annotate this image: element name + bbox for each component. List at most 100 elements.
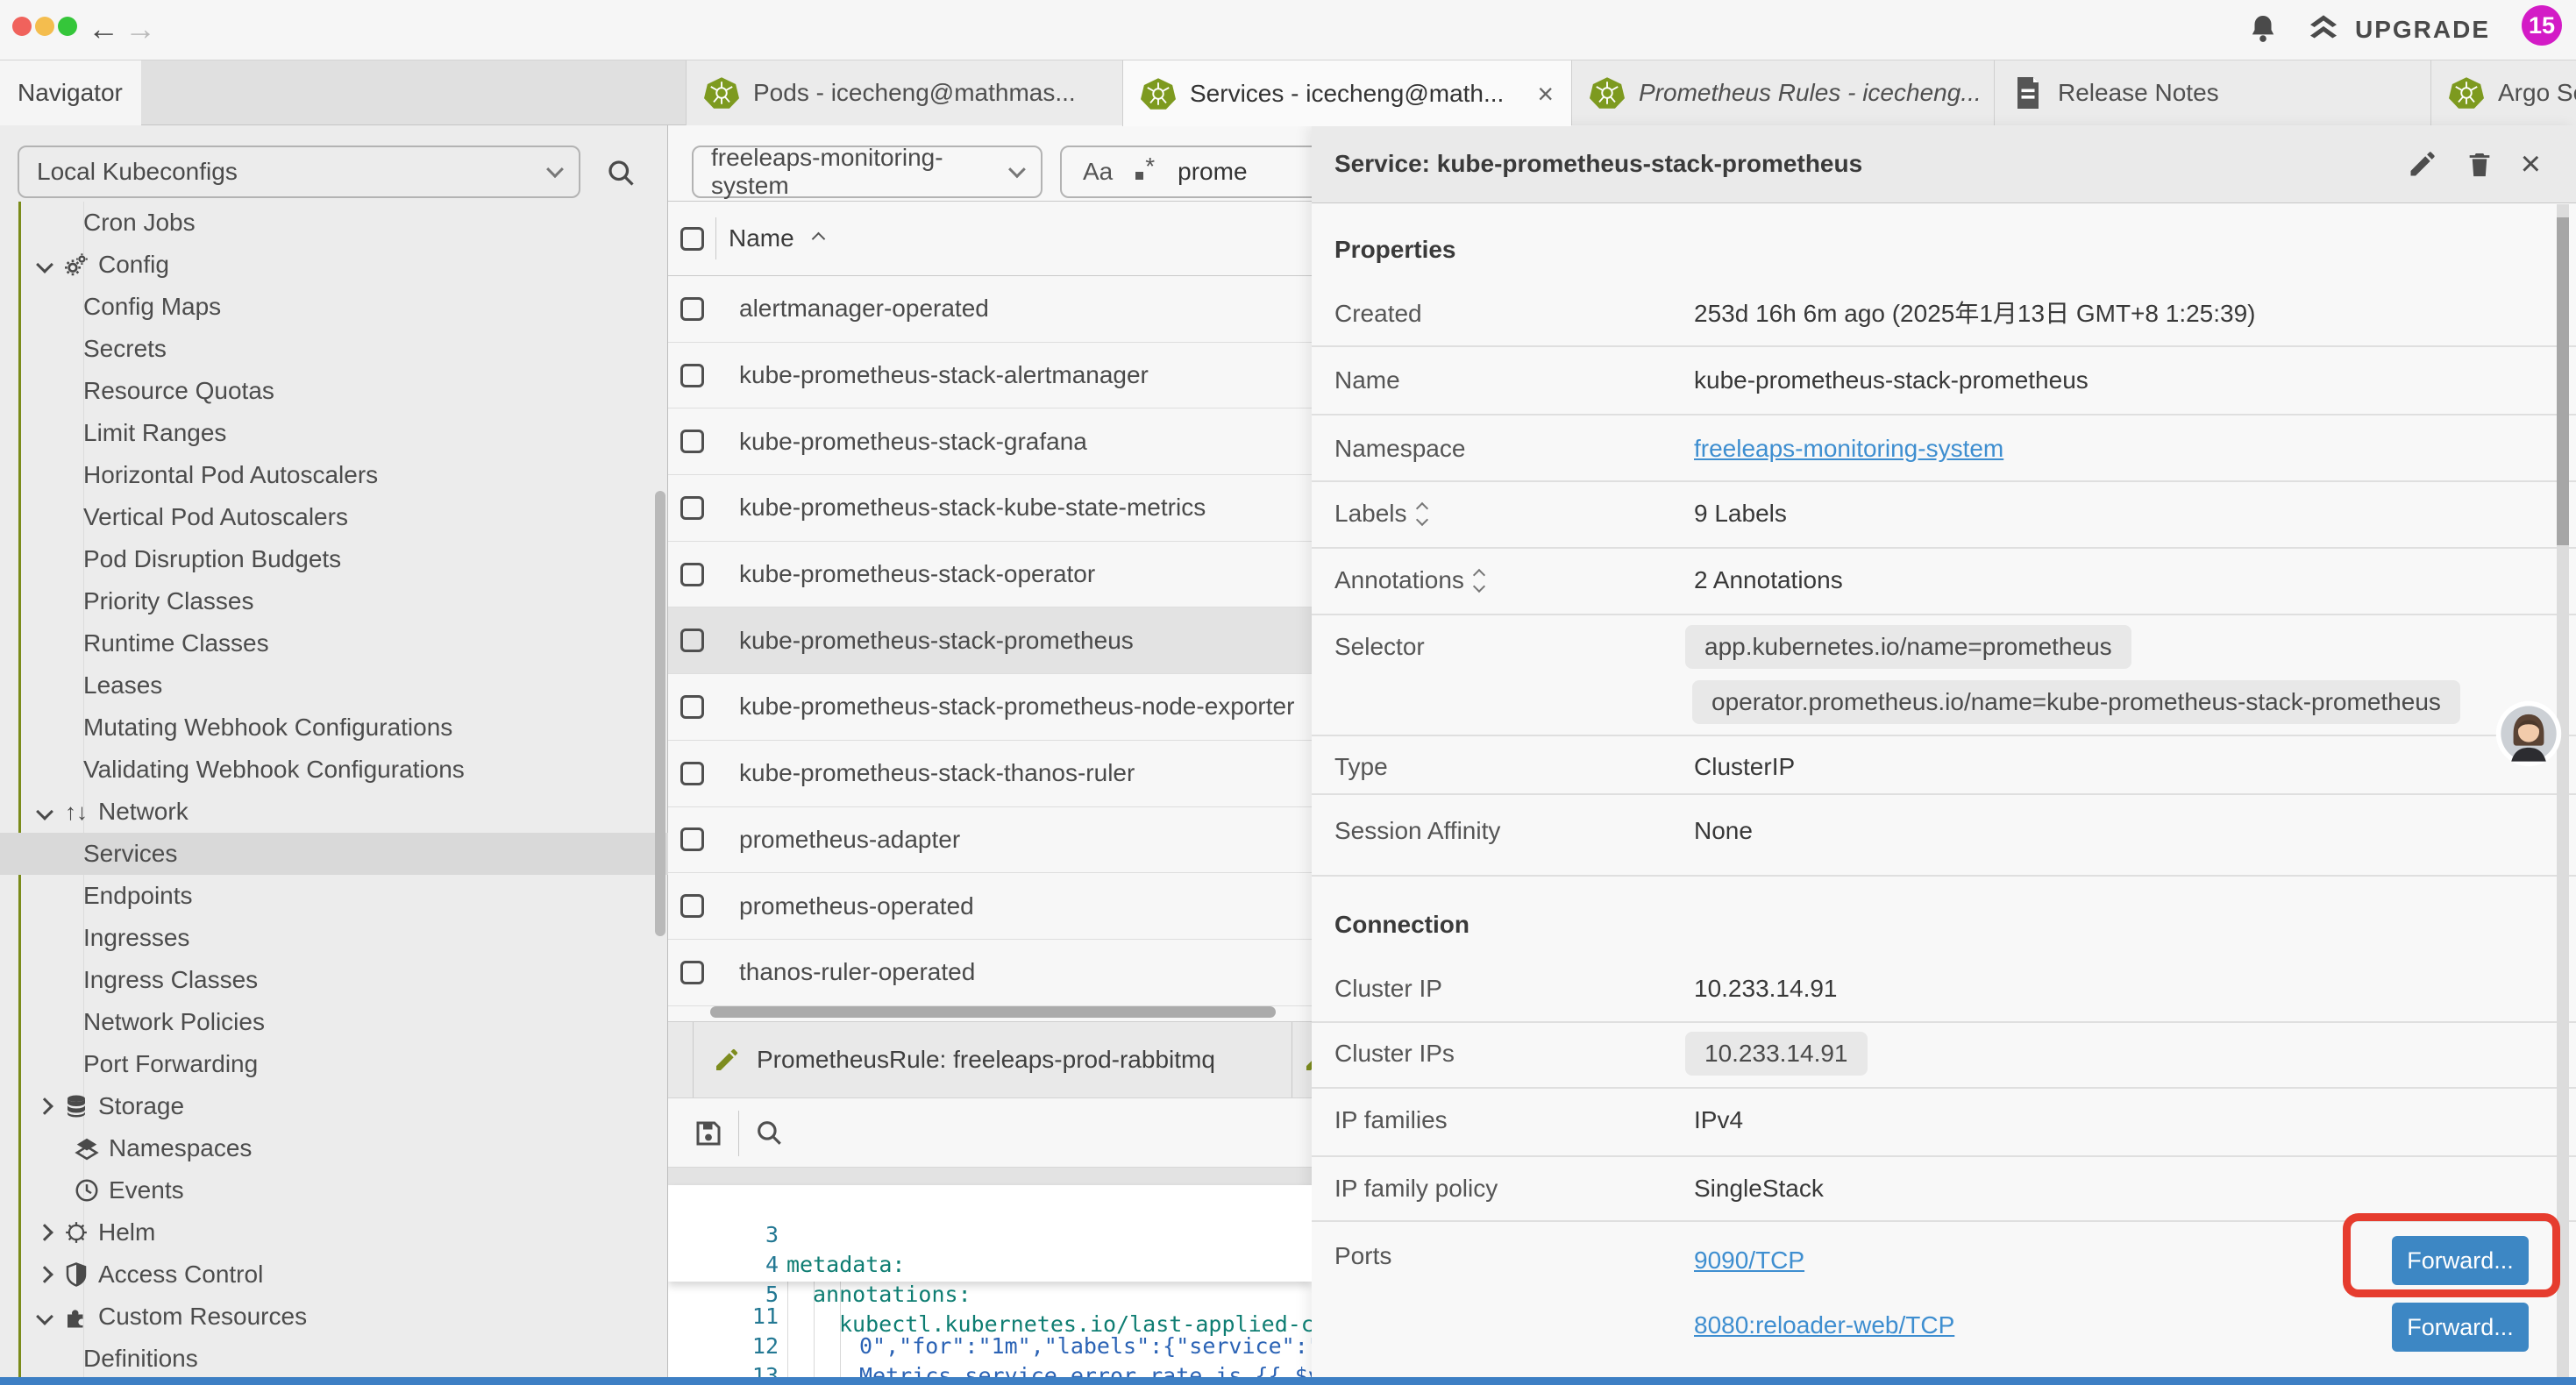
- table-row[interactable]: kube-prometheus-stack-thanos-ruler: [668, 741, 1312, 807]
- namespace-select[interactable]: freeleaps-monitoring-system: [692, 146, 1042, 198]
- expand-collapse-icon[interactable]: [1475, 571, 1484, 591]
- sidebar-item-validating-webhook-configurations[interactable]: Validating Webhook Configurations: [0, 749, 668, 791]
- sort-ascending-icon[interactable]: [811, 231, 825, 245]
- sidebar-item-pod-disruption-budgets[interactable]: Pod Disruption Budgets: [0, 538, 668, 580]
- row-label: Ports: [1334, 1235, 1391, 1277]
- close-window-button[interactable]: [12, 17, 32, 36]
- select-all-checkbox[interactable]: [680, 227, 704, 251]
- tab-navigator[interactable]: Navigator: [0, 60, 141, 125]
- row-checkbox[interactable]: [680, 364, 704, 387]
- trash-icon[interactable]: [2465, 148, 2494, 180]
- sidebar-item-secrets[interactable]: Secrets: [0, 328, 668, 370]
- sidebar-group-custom-resources[interactable]: Custom Resources: [0, 1296, 668, 1338]
- sidebar-item-services[interactable]: Services: [0, 833, 732, 875]
- row-value: 253d 16h 6m ago (2025年1月13日 GMT+8 1:25:3…: [1694, 293, 2256, 335]
- close-tab-icon[interactable]: ×: [1537, 80, 1554, 108]
- sidebar-item-config-maps[interactable]: Config Maps: [0, 286, 668, 328]
- puzzle-icon: [61, 1303, 91, 1330]
- row-checkbox[interactable]: [680, 430, 704, 453]
- row-label: Name: [1334, 359, 1400, 401]
- port-link[interactable]: 8080:reloader-web/TCP: [1694, 1311, 1954, 1339]
- editor-search-icon[interactable]: [754, 1118, 784, 1147]
- sidebar-group-config[interactable]: Config: [0, 244, 668, 286]
- row-label: Created: [1334, 293, 1422, 335]
- table-row[interactable]: kube-prometheus-stack-kube-state-metrics: [668, 475, 1312, 542]
- table-row[interactable]: kube-prometheus-stack-operator: [668, 542, 1312, 608]
- sidebar-item-runtime-classes[interactable]: Runtime Classes: [0, 622, 668, 664]
- tab-services[interactable]: Services - icecheng@math... ×: [1122, 60, 1571, 126]
- row-checkbox[interactable]: [680, 762, 704, 785]
- sidebar-item-horizontal-pod-autoscalers[interactable]: Horizontal Pod Autoscalers: [0, 454, 668, 496]
- notification-count-badge[interactable]: 15: [2522, 5, 2562, 46]
- notifications-bell-icon[interactable]: [2246, 11, 2280, 46]
- sidebar-item-limit-ranges[interactable]: Limit Ranges: [0, 412, 668, 454]
- row-checkbox[interactable]: [680, 695, 704, 719]
- regex-toggle[interactable]: *: [1135, 158, 1155, 186]
- dock-tab-prometheusrule[interactable]: PrometheusRule: freeleaps-prod-rabbitmq: [693, 1022, 1292, 1097]
- forward-button[interactable]: Forward...: [2392, 1303, 2529, 1352]
- tab-prometheus-rules[interactable]: Prometheus Rules - icecheng...: [1571, 60, 1994, 125]
- minimize-window-button[interactable]: [35, 17, 54, 36]
- yaml-editor[interactable]: 11 0","for":"1m","labels":{"service":"f …: [668, 1185, 1312, 1385]
- sidebar-group-helm[interactable]: Helm: [0, 1211, 668, 1254]
- table-row[interactable]: thanos-ruler-operated: [668, 940, 1312, 1006]
- sidebar-item-priority-classes[interactable]: Priority Classes: [0, 580, 668, 622]
- row-checkbox[interactable]: [680, 894, 704, 918]
- name-column-header[interactable]: Name: [729, 224, 794, 252]
- sidebar-item-endpoints[interactable]: Endpoints: [0, 875, 668, 917]
- close-panel-icon[interactable]: ×: [2521, 146, 2541, 181]
- sidebar-item-mutating-webhook-configurations[interactable]: Mutating Webhook Configurations: [0, 707, 668, 749]
- sidebar-item-ingresses[interactable]: Ingresses: [0, 917, 668, 959]
- sidebar-item-events[interactable]: Events: [0, 1169, 668, 1211]
- sidebar-item-definitions[interactable]: Definitions: [0, 1338, 668, 1380]
- kubeconfig-select-value: Local Kubeconfigs: [37, 158, 238, 186]
- sidebar-item-namespaces[interactable]: Namespaces: [0, 1127, 668, 1169]
- table-row[interactable]: prometheus-operated: [668, 873, 1312, 940]
- search-input[interactable]: Aa * prome: [1060, 146, 1312, 198]
- row-checkbox[interactable]: [680, 961, 704, 984]
- row-checkbox[interactable]: [680, 827, 704, 851]
- horizontal-scrollbar[interactable]: [710, 1006, 1276, 1018]
- sidebar-scrollbar[interactable]: [655, 491, 665, 936]
- table-row[interactable]: kube-prometheus-stack-alertmanager: [668, 343, 1312, 409]
- tab-pods[interactable]: Pods - icecheng@mathmas...: [686, 60, 1122, 125]
- sidebar-item-cron-jobs[interactable]: Cron Jobs: [0, 202, 668, 244]
- search-icon[interactable]: [605, 157, 637, 188]
- table-row[interactable]: alertmanager-operated: [668, 276, 1312, 343]
- sidebar-item-leases[interactable]: Leases: [0, 664, 668, 707]
- tab-release-notes[interactable]: Release Notes: [1994, 60, 2430, 125]
- forward-arrow-icon[interactable]: →: [125, 10, 156, 48]
- row-checkbox[interactable]: [680, 563, 704, 586]
- sidebar-item-vertical-pod-autoscalers[interactable]: Vertical Pod Autoscalers: [0, 496, 668, 538]
- table-row[interactable]: kube-prometheus-stack-grafana: [668, 408, 1312, 475]
- case-sensitive-toggle[interactable]: Aa: [1083, 158, 1113, 186]
- maximize-window-button[interactable]: [58, 17, 77, 36]
- sidebar-item-port-forwarding[interactable]: Port Forwarding: [0, 1043, 668, 1085]
- edit-pencil-icon[interactable]: [2407, 148, 2438, 180]
- namespace-link[interactable]: freeleaps-monitoring-system: [1694, 435, 2003, 462]
- tab-bar: Navigator Pods - icecheng@mathmas... Ser…: [0, 60, 2576, 125]
- row-checkbox[interactable]: [680, 496, 704, 520]
- sidebar-group-network[interactable]: ↑↓ Network: [0, 791, 668, 833]
- kubeconfig-select[interactable]: Local Kubeconfigs: [18, 146, 580, 198]
- user-avatar[interactable]: [2495, 700, 2562, 767]
- sidebar-group-access-control[interactable]: Access Control: [0, 1254, 668, 1296]
- save-icon[interactable]: [693, 1118, 724, 1149]
- row-checkbox[interactable]: [680, 629, 704, 652]
- expand-collapse-icon[interactable]: [1418, 504, 1427, 524]
- back-arrow-icon[interactable]: ←: [88, 10, 119, 48]
- upgrade-button[interactable]: UPGRADE: [2306, 12, 2490, 47]
- sidebar-item-resource-quotas[interactable]: Resource Quotas: [0, 370, 668, 412]
- table-row[interactable]: kube-prometheus-stack-prometheus-node-ex…: [668, 674, 1312, 741]
- row-value: freeleaps-monitoring-system: [1694, 428, 2003, 470]
- sidebar-item-ingress-classes[interactable]: Ingress Classes: [0, 959, 668, 1001]
- port-link[interactable]: 9090/TCP: [1694, 1246, 1804, 1274]
- table-row[interactable]: prometheus-adapter: [668, 807, 1312, 874]
- row-checkbox[interactable]: [680, 297, 704, 321]
- clock-icon: [72, 1177, 102, 1204]
- sidebar-group-storage[interactable]: Storage: [0, 1085, 668, 1127]
- tab-argo[interactable]: Argo Se: [2430, 60, 2576, 125]
- table-row-selected[interactable]: kube-prometheus-stack-prometheus: [668, 607, 1312, 674]
- panel-scrollbar-thumb[interactable]: [2557, 217, 2569, 545]
- sidebar-item-network-policies[interactable]: Network Policies: [0, 1001, 668, 1043]
